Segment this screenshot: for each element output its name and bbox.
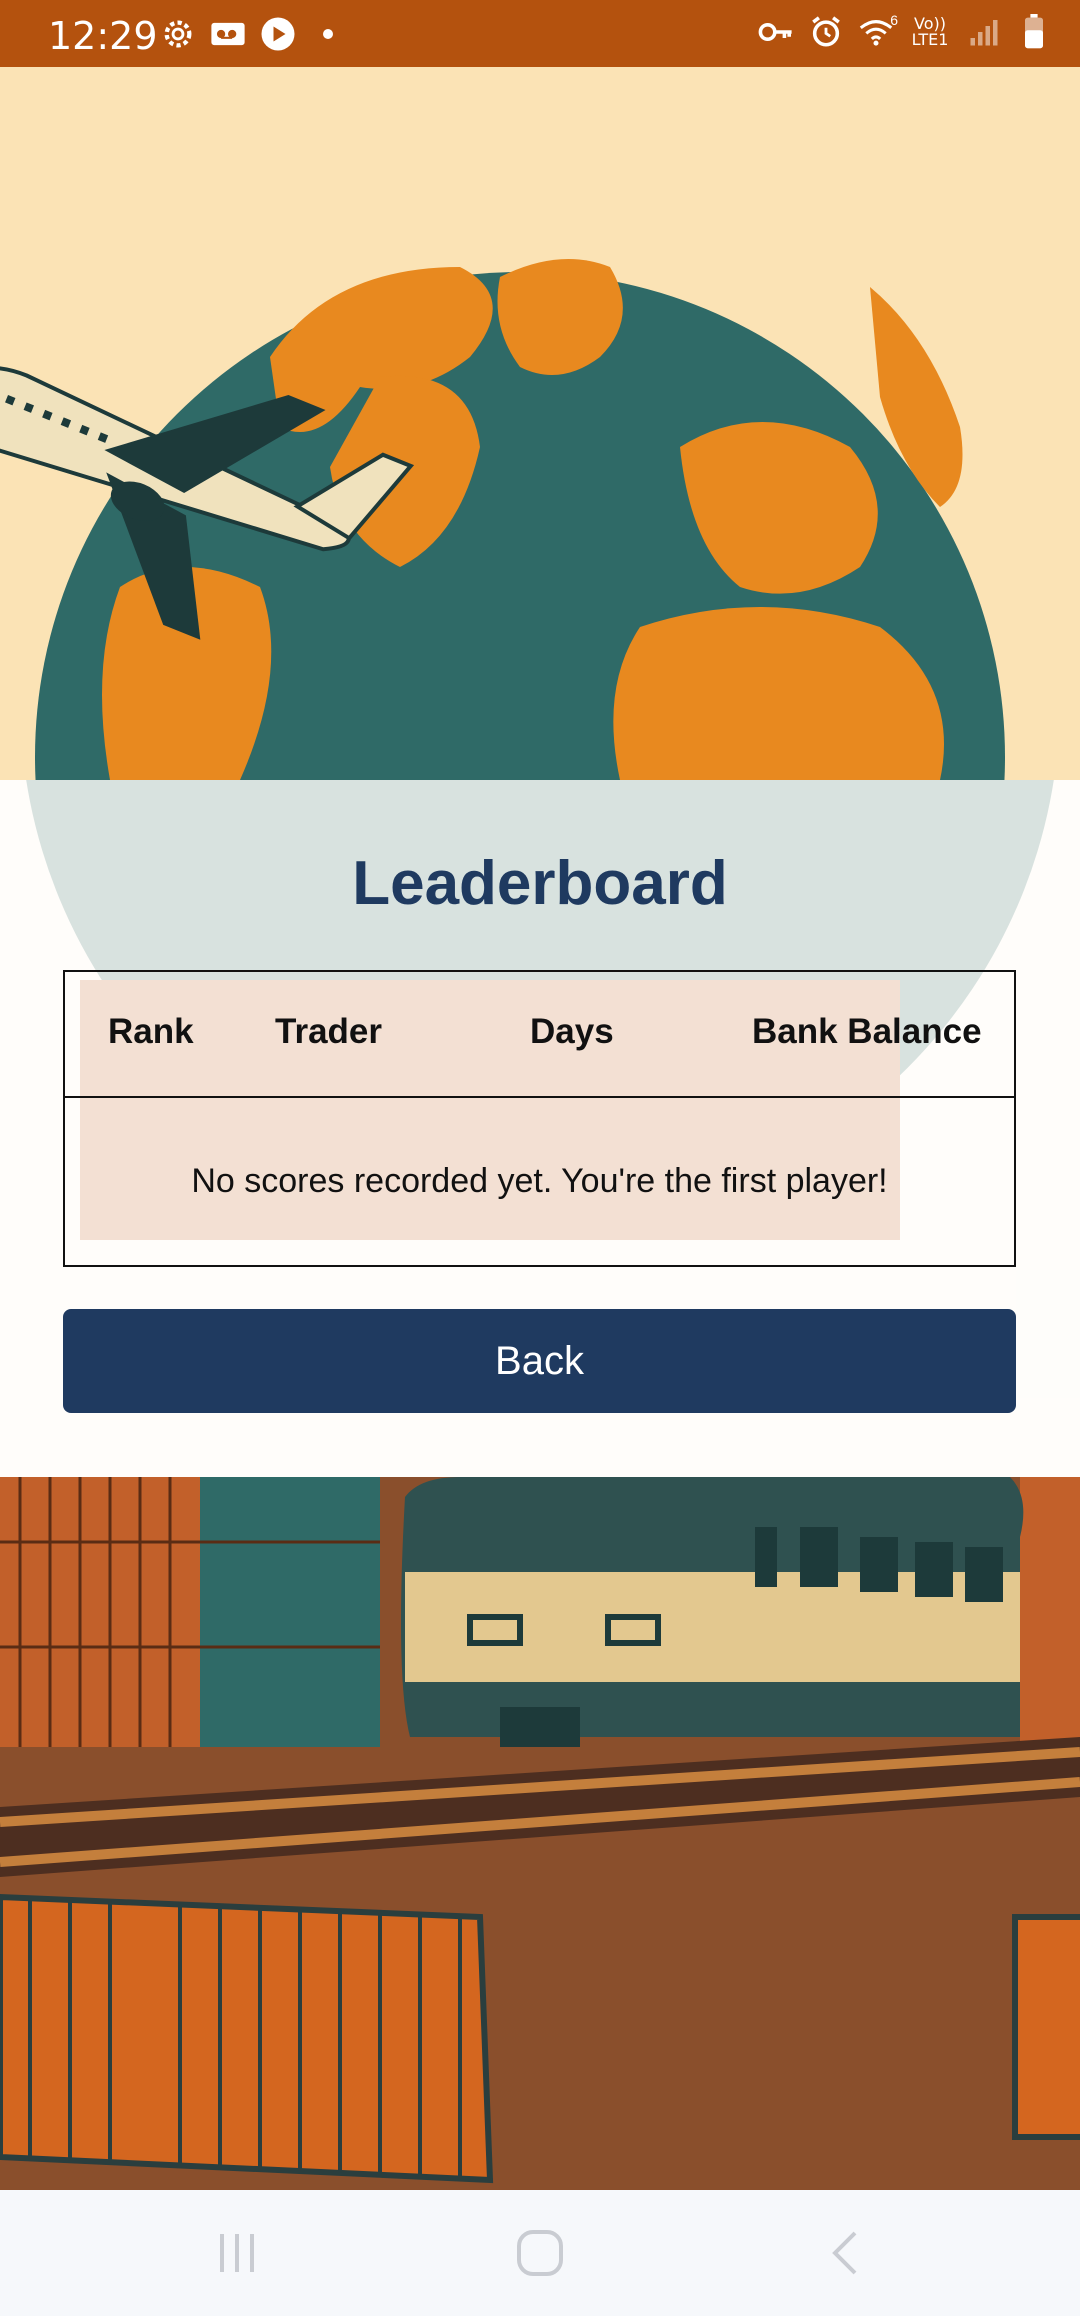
key-icon xyxy=(758,14,794,50)
battery-icon xyxy=(1016,14,1052,50)
home-icon[interactable] xyxy=(510,2228,570,2278)
page-title: Leaderboard xyxy=(352,849,728,918)
signal-icon xyxy=(966,14,1002,50)
table-header: Rank Trader Days Bank Balance xyxy=(65,972,1014,1098)
wifi-badge: 6 xyxy=(890,12,898,28)
status-time: 12:29 xyxy=(48,14,158,58)
background-globe-illustration xyxy=(0,67,1080,780)
column-header-rank: Rank xyxy=(108,1012,194,1051)
column-header-bank-balance: Bank Balance xyxy=(752,1012,982,1051)
play-icon xyxy=(260,16,296,52)
back-icon[interactable] xyxy=(815,2228,875,2278)
column-header-trader: Trader xyxy=(275,1012,382,1051)
empty-state-message: No scores recorded yet. You're the first… xyxy=(191,1162,888,1200)
wifi-icon: 6 xyxy=(858,12,898,50)
background-train-illustration xyxy=(0,1477,1080,2190)
column-header-days: Days xyxy=(530,1012,614,1051)
lte-icon: Vo)) LTE1 xyxy=(908,14,952,50)
gear-icon xyxy=(160,16,196,52)
voicemail-icon xyxy=(210,16,246,52)
dot-icon xyxy=(310,16,346,52)
back-button[interactable]: Back xyxy=(63,1309,1016,1413)
leaderboard-table: Rank Trader Days Bank Balance No scores … xyxy=(63,970,1016,1267)
lte-bottom-label: LTE1 xyxy=(911,30,949,49)
status-bar: 12:29 6 Vo)) LTE1 xyxy=(0,0,1080,67)
recents-icon[interactable] xyxy=(207,2228,267,2278)
system-navigation-bar xyxy=(0,2190,1080,2316)
alarm-icon xyxy=(808,14,844,50)
